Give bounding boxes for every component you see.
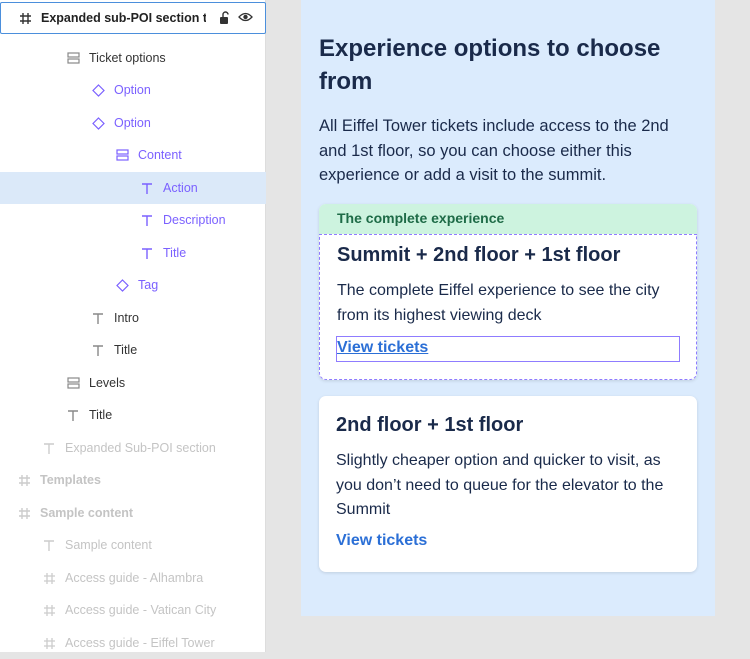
layer-label: Title (163, 246, 187, 260)
text-t-icon (139, 212, 155, 228)
layer-label: Ticket options (89, 51, 166, 65)
frame-hash-icon (16, 472, 32, 488)
layer-access-guide-alhambra[interactable]: Access guide - Alhambra (0, 562, 266, 594)
text-t-icon (65, 407, 81, 423)
canvas-artboard: Experience options to choose from All Ei… (301, 0, 715, 616)
text-t-icon (41, 440, 57, 456)
layer-description[interactable]: Description (0, 204, 266, 236)
layer-label: Sample content (65, 538, 152, 552)
unlock-icon[interactable] (219, 11, 231, 28)
layer-label: Option (114, 83, 151, 97)
layer-title-inner[interactable]: Title (0, 237, 266, 269)
layer-templates[interactable]: Templates (0, 464, 266, 496)
ticket-option-card-floors[interactable]: 2nd floor + 1st floor Slightly cheaper o… (319, 396, 697, 572)
component-diamond-icon (90, 82, 106, 98)
text-t-icon (90, 310, 106, 326)
layer-tag[interactable]: Tag (0, 269, 266, 301)
layer-label: Intro (114, 311, 140, 325)
layer-label: Tag (138, 278, 159, 292)
card-title: 2nd floor + 1st floor (336, 414, 524, 436)
layer-access-guide-eiffel[interactable]: Access guide - Eiffel Tower (0, 627, 266, 659)
section-heading: Experience options to choose from (319, 35, 661, 95)
layer-label: Option (114, 116, 151, 130)
layer-title[interactable]: Title (0, 334, 266, 366)
frame-hash-icon (41, 635, 57, 651)
layer-label: Sample content (40, 506, 134, 520)
layer-option-2[interactable]: Option (0, 107, 266, 139)
eye-icon[interactable] (238, 11, 253, 28)
component-diamond-icon (114, 277, 130, 293)
layer-expanded-sub-poi-section[interactable]: Expanded Sub-POI section (0, 432, 266, 464)
card-title: Summit + 2nd floor + 1st floor (337, 244, 621, 266)
text-t-icon (139, 180, 155, 196)
layer-content[interactable]: Content (0, 139, 266, 171)
experience-tag: The complete experience (319, 204, 697, 234)
stack-icon (65, 375, 81, 391)
layer-levels[interactable]: Levels (0, 367, 266, 399)
layer-intro[interactable]: Intro (0, 302, 266, 334)
layer-label: Access guide - Vatican City (65, 603, 217, 617)
frame-hash-icon (17, 10, 33, 26)
card-description: The complete Eiffel experience to see th… (337, 282, 660, 324)
layer-sample-content-frame[interactable]: Sample content (0, 497, 266, 529)
layer-frame-name: Expanded sub-POI section t... (41, 11, 206, 25)
layer-label: Access guide - Alhambra (65, 571, 204, 585)
card-content-selection: Summit + 2nd floor + 1st floor The compl… (319, 234, 697, 380)
layer-label: Expanded Sub-POI section (65, 441, 216, 455)
stack-icon (65, 50, 81, 66)
section-intro: All Eiffel Tower tickets include access … (319, 117, 669, 184)
layer-label: Description (163, 213, 226, 227)
layer-label: Templates (40, 473, 101, 487)
view-tickets-link[interactable]: View tickets (337, 339, 428, 357)
layer-ticket-options[interactable]: Ticket options (0, 42, 266, 74)
layer-label: Levels (89, 376, 126, 390)
layer-title-outer[interactable]: Title (0, 399, 266, 431)
view-tickets-link[interactable]: View tickets (336, 532, 427, 550)
frame-hash-icon (16, 505, 32, 521)
layer-access-guide-vatican[interactable]: Access guide - Vatican City (0, 594, 266, 626)
layer-label: Title (89, 408, 113, 422)
text-t-icon (41, 537, 57, 553)
layer-option-1[interactable]: Option (0, 74, 266, 106)
layers-panel: Expanded sub-POI section t... Ticket opt… (0, 0, 266, 652)
layer-sample-content-text[interactable]: Sample content (0, 529, 266, 561)
layer-frame-expanded-sub-poi[interactable]: Expanded sub-POI section t... (0, 2, 266, 34)
frame-hash-icon (41, 570, 57, 586)
text-t-icon (90, 342, 106, 358)
card-description: Slightly cheaper option and quicker to v… (336, 452, 664, 518)
layer-label: Title (114, 343, 138, 357)
ticket-option-card-summit[interactable]: The complete experience Summit + 2nd flo… (319, 204, 697, 380)
layer-label: Content (138, 148, 182, 162)
stack-icon (114, 147, 130, 163)
frame-hash-icon (41, 602, 57, 618)
text-t-icon (139, 245, 155, 261)
layer-action[interactable]: Action (0, 172, 266, 204)
layer-label: Access guide - Eiffel Tower (65, 636, 215, 650)
layer-label: Action (163, 181, 198, 195)
component-diamond-icon (90, 115, 106, 131)
